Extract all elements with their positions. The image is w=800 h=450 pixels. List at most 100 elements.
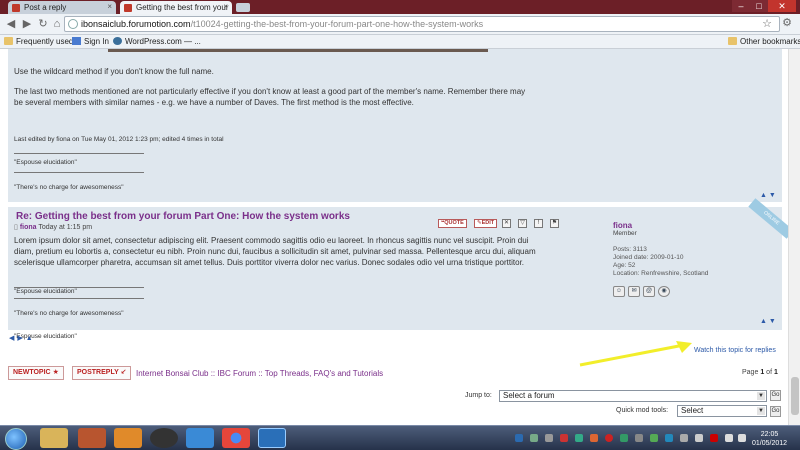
player-icon[interactable] bbox=[114, 428, 142, 448]
delete-icon[interactable]: ✕ bbox=[502, 219, 511, 228]
tray-icon[interactable] bbox=[560, 434, 568, 442]
post-author[interactable]: fiona bbox=[20, 224, 37, 231]
profile-name[interactable]: fiona bbox=[613, 221, 773, 230]
google-icon bbox=[72, 37, 81, 45]
tray-icon[interactable] bbox=[575, 434, 583, 442]
minimize-button[interactable]: – bbox=[732, 0, 750, 12]
tray-icon[interactable] bbox=[620, 434, 628, 442]
site-favicon-icon bbox=[124, 4, 132, 12]
tab-title: Post a reply bbox=[24, 3, 67, 12]
tray-icon[interactable] bbox=[530, 434, 538, 442]
tab-getting-the-best[interactable]: Getting the best from your × bbox=[120, 1, 232, 14]
edit-label: EDIT bbox=[481, 220, 495, 226]
close-icon[interactable]: × bbox=[107, 2, 112, 11]
star-icon[interactable]: ☆ bbox=[762, 17, 772, 30]
watch-topic-link[interactable]: Watch this topic for replies bbox=[694, 347, 776, 354]
tray-icon[interactable] bbox=[605, 434, 613, 442]
hp-icon[interactable] bbox=[150, 428, 178, 448]
maximize-button[interactable]: □ bbox=[750, 0, 768, 12]
post-text: be several members with similar names - … bbox=[14, 98, 414, 107]
system-clock[interactable]: 22:05 01/05/2012 bbox=[752, 430, 787, 448]
window-close-button[interactable]: ✕ bbox=[768, 0, 796, 12]
reload-icon[interactable]: ↻ bbox=[36, 17, 50, 31]
url-path: /t10024-getting-the-best-from-your-forum… bbox=[190, 19, 484, 29]
bookmark-wordpress[interactable]: WordPress.com — ... bbox=[113, 35, 201, 48]
tray-icon[interactable] bbox=[635, 434, 643, 442]
edit-button[interactable]: ✎EDIT bbox=[474, 219, 498, 228]
chevron-down-icon: ▼ bbox=[757, 392, 765, 400]
email-icon[interactable]: @ bbox=[643, 286, 655, 297]
pm-icon[interactable]: ✉ bbox=[628, 286, 640, 297]
tray-icon[interactable] bbox=[515, 434, 523, 442]
wrench-icon[interactable]: ⚙ bbox=[782, 16, 792, 29]
tray-icon[interactable] bbox=[650, 434, 658, 442]
profile-location: Location: Renfrewshire, Scotland bbox=[613, 270, 709, 277]
folder-icon bbox=[4, 37, 13, 45]
website-icon[interactable]: ◉ bbox=[658, 286, 670, 297]
tray-icon[interactable] bbox=[545, 434, 553, 442]
chrome-icon[interactable] bbox=[222, 428, 250, 448]
quick-mod-select[interactable]: Select ▼ bbox=[677, 405, 767, 417]
clock-time: 22:05 bbox=[760, 431, 779, 438]
folder-icon bbox=[728, 37, 737, 45]
taskbar: 22:05 01/05/2012 bbox=[0, 425, 800, 450]
media-icon[interactable] bbox=[78, 428, 106, 448]
signature-line: "There's no charge for awesomeness" bbox=[14, 184, 124, 191]
reply-icon: ↙ bbox=[120, 369, 127, 376]
wordpress-icon bbox=[113, 37, 122, 45]
page-total: 1 bbox=[773, 369, 778, 376]
scroll-top-bottom-arrows[interactable]: ▲▼ bbox=[760, 318, 778, 325]
tray-icon[interactable] bbox=[710, 434, 718, 442]
forward-icon[interactable]: ▶ bbox=[20, 17, 34, 31]
page-nav-arrows[interactable]: ◀▶▲ bbox=[9, 334, 36, 342]
go-button[interactable]: Go bbox=[770, 390, 781, 401]
volume-icon[interactable] bbox=[738, 434, 746, 442]
quote-label: QUOTE bbox=[444, 220, 464, 226]
new-topic-label: NEWTOPIC bbox=[13, 369, 51, 376]
photoshop-elements-icon[interactable] bbox=[258, 428, 286, 448]
scroll-top-bottom-arrows[interactable]: ▲▼ bbox=[760, 192, 778, 199]
tray-icon[interactable] bbox=[695, 434, 703, 442]
warn-icon[interactable]: ⚑ bbox=[550, 219, 559, 228]
signature-line: "Espouse elucidation" bbox=[14, 288, 77, 295]
close-icon[interactable]: × bbox=[223, 2, 228, 11]
tab-post-a-reply[interactable]: Post a reply × bbox=[8, 1, 116, 14]
address-bar[interactable]: ibonsaiclub.forumotion.com/t10024-gettin… bbox=[64, 16, 780, 32]
bookmark-other[interactable]: Other bookmarks bbox=[728, 35, 800, 48]
home-icon[interactable]: ⌂ bbox=[50, 17, 64, 31]
quote-button[interactable]: ❝QUOTE bbox=[438, 219, 467, 228]
jump-to-select[interactable]: Select a forum ▼ bbox=[499, 390, 767, 402]
ie-icon[interactable] bbox=[186, 428, 214, 448]
bookmarks-bar: Frequently used Sign In WordPress.com — … bbox=[0, 35, 800, 49]
edited-note: Last edited by fiona on Tue May 01, 2012… bbox=[14, 136, 224, 143]
start-button[interactable] bbox=[5, 428, 27, 450]
post-reply-button[interactable]: POSTREPLY ↙ bbox=[72, 366, 132, 380]
post-title[interactable]: Re: Getting the best from your forum Par… bbox=[16, 211, 350, 222]
new-topic-button[interactable]: NEWTOPIC ★ bbox=[8, 366, 64, 380]
tray-icon[interactable] bbox=[680, 434, 688, 442]
bookmark-label: WordPress.com — ... bbox=[125, 37, 201, 46]
explorer-icon[interactable] bbox=[40, 428, 68, 448]
bookmark-sign-in[interactable]: Sign In bbox=[72, 35, 109, 48]
profile-icon[interactable]: ☺ bbox=[613, 286, 625, 297]
network-icon[interactable] bbox=[725, 434, 733, 442]
forum-post: Re: Getting the best from your forum Par… bbox=[8, 198, 794, 340]
site-favicon-icon bbox=[12, 4, 20, 12]
scrollbar-thumb[interactable] bbox=[791, 377, 799, 415]
signature-line: "There's no charge for awesomeness" bbox=[14, 310, 124, 317]
chevron-down-icon: ▼ bbox=[757, 407, 765, 415]
page-of: of bbox=[766, 369, 773, 376]
bookmark-label: Frequently used bbox=[16, 37, 74, 46]
report-icon[interactable]: ! bbox=[534, 219, 543, 228]
ip-icon[interactable]: ▽ bbox=[518, 219, 527, 228]
new-tab-button[interactable] bbox=[236, 3, 250, 12]
tray-icon[interactable] bbox=[665, 434, 673, 442]
breadcrumb[interactable]: Internet Bonsai Club :: IBC Forum :: Top… bbox=[136, 369, 383, 378]
back-icon[interactable]: ◀ bbox=[4, 17, 18, 31]
bookmark-frequently-used[interactable]: Frequently used bbox=[4, 35, 73, 48]
post-icon: ▯ bbox=[14, 224, 18, 231]
profile-age: Age: 52 bbox=[613, 262, 636, 269]
go-button[interactable]: Go bbox=[770, 406, 781, 417]
page-scrollbar[interactable] bbox=[788, 49, 800, 425]
tray-icon[interactable] bbox=[590, 434, 598, 442]
